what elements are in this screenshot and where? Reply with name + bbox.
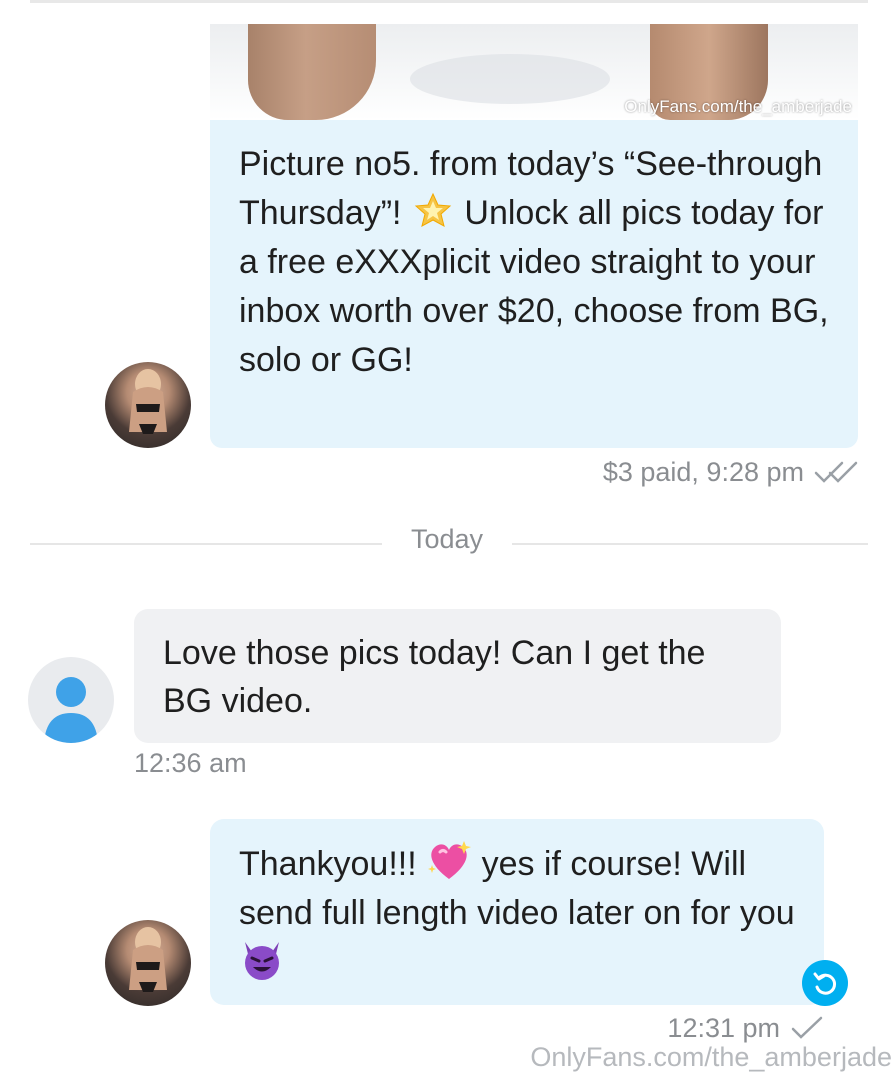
message-bubble-outgoing[interactable]: Thankyou!!! yes if course! Will send ful… [210, 819, 824, 1005]
photo-watermark: OnlyFans.com/the_amberjade [624, 97, 852, 116]
message-text: Love those pics today! Can I get the BG … [163, 634, 706, 720]
message-bubble-outgoing[interactable]: Picture no5. from today’s “See-through T… [210, 120, 858, 448]
smiling-devil-icon [245, 942, 279, 980]
undo-icon [813, 972, 837, 995]
creator-avatar[interactable] [105, 920, 191, 1006]
sparkling-heart-icon [428, 841, 472, 879]
fan-avatar[interactable] [28, 657, 114, 743]
footer-watermark: OnlyFans.com/the_amberjade [530, 1042, 892, 1072]
message-meta: 12:31 pm [560, 1010, 824, 1046]
message-time: 12:31 pm [667, 1012, 780, 1043]
creator-avatar[interactable] [105, 362, 191, 448]
unsend-button[interactable] [802, 960, 848, 1006]
message-bubble-incoming[interactable]: Love those pics today! Can I get the BG … [134, 609, 781, 743]
date-divider-left [30, 543, 382, 545]
double-check-icon [814, 461, 858, 483]
user-placeholder-icon [44, 677, 98, 743]
single-check-icon [791, 1016, 823, 1039]
date-divider-label: Today [410, 524, 484, 554]
message-photo[interactable]: OnlyFans.com/the_amberjade [210, 24, 858, 120]
avatar-figure [129, 927, 167, 992]
date-divider-right [512, 543, 868, 545]
message-price-time: $3 paid, 9:28 pm [602, 456, 804, 487]
glowing-star-icon [414, 192, 452, 227]
message-meta: $3 paid, 9:28 pm [560, 454, 858, 490]
message-text: Thankyou!!! [239, 845, 417, 883]
message-time: 12:36 am [134, 748, 247, 778]
avatar-figure [129, 369, 167, 434]
top-divider [30, 0, 868, 3]
